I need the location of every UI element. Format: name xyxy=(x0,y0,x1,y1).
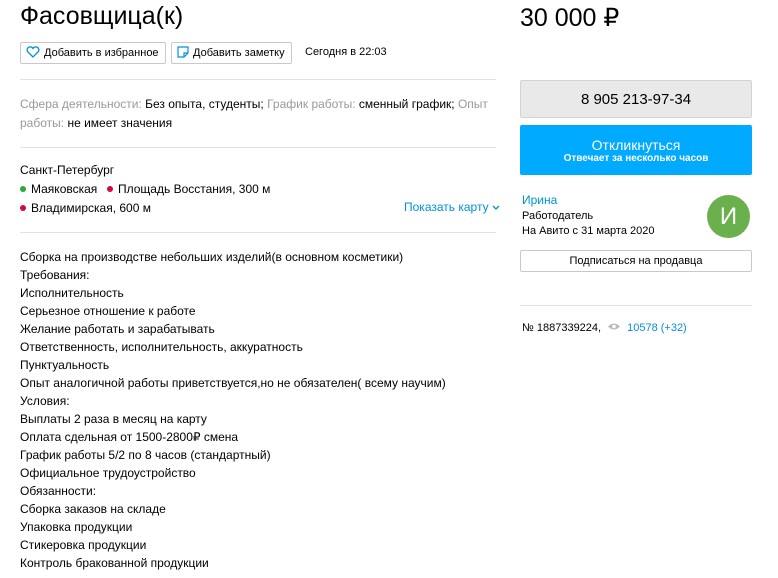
ad-meta: № 1887339224, 10578 (+32) xyxy=(522,322,687,334)
param-label: График работы: xyxy=(267,97,356,111)
add-to-favorites-label: Добавить в избранное xyxy=(44,47,159,59)
ad-title: Фасовщица(к) xyxy=(20,2,184,30)
show-map-link[interactable]: Показать карту xyxy=(404,200,500,214)
param-value: сменный график; xyxy=(358,97,455,111)
divider xyxy=(20,79,496,80)
description-line: Сборка заказов на складе xyxy=(20,502,166,516)
eye-icon xyxy=(607,322,621,334)
respond-label: Откликнуться xyxy=(591,136,681,153)
seller-role: Работодатель xyxy=(522,210,594,222)
posted-date: Сегодня в 22:03 xyxy=(305,46,387,58)
add-note-button[interactable]: Добавить заметку xyxy=(171,42,292,64)
metro-name: Площадь Восстания xyxy=(118,182,233,196)
metro-name: Владимирская xyxy=(31,201,113,215)
metro-station: Площадь Восстания, 300 м xyxy=(107,182,270,196)
param-value: не имеет значения xyxy=(67,116,173,130)
avatar[interactable]: И xyxy=(707,195,750,238)
description-line: Условия: xyxy=(20,394,70,408)
description-line: Ответственность, исполнительность, аккур… xyxy=(20,340,303,354)
add-note-label: Добавить заметку xyxy=(193,47,285,59)
seller-since: На Авито с 31 марта 2020 xyxy=(522,225,655,237)
metro-line-dot xyxy=(107,186,113,192)
description-line: График работы 5/2 по 8 часов (стандартны… xyxy=(20,448,271,462)
metro-station: Владимирская, 600 м xyxy=(20,201,151,215)
views-count: 10578 (+32) xyxy=(627,322,687,334)
ad-number: № 1887339224, xyxy=(522,322,602,334)
description-line: Обязанности: xyxy=(20,484,97,498)
metro-line-dot xyxy=(20,186,26,192)
respond-subtitle: Отвечает за несколько часов xyxy=(563,152,709,164)
seller-name-link[interactable]: Ирина xyxy=(522,193,557,207)
description-line: Пунктуальность xyxy=(20,358,110,372)
ad-params: Сфера деятельности: Без опыта, студенты;… xyxy=(20,95,500,133)
add-to-favorites-button[interactable]: Добавить в избранное xyxy=(20,42,166,64)
param-value: Без опыта, студенты; xyxy=(145,97,264,111)
description-line: Оплата сдельная от 1500-2800₽ смена xyxy=(20,430,239,444)
phone-button[interactable]: 8 905 213-97-34 xyxy=(520,80,752,118)
chevron-down-icon xyxy=(492,200,500,214)
respond-button[interactable]: Откликнуться Отвечает за несколько часов xyxy=(520,125,752,175)
heart-icon xyxy=(26,45,40,61)
description-line: Желание работать и зарабатывать xyxy=(20,322,215,336)
description-line: Стикеровка продукции xyxy=(20,538,147,552)
metro-name: Маяковская xyxy=(31,182,98,196)
description-line: Выплаты 2 раза в месяц на карту xyxy=(20,412,207,426)
description-line: Исполнительность xyxy=(20,286,124,300)
divider xyxy=(520,305,752,306)
description-line: Контроль бракованной продукции xyxy=(20,556,209,570)
ad-description: Сборка на производстве небольших изделий… xyxy=(20,248,446,572)
ad-price: 30 000 ₽ xyxy=(520,4,620,32)
show-map-label: Показать карту xyxy=(404,200,489,214)
city: Санкт-Петербург xyxy=(20,163,115,177)
description-line: Опыт аналогичной работы приветствуется,н… xyxy=(20,376,446,390)
metro-line-dot xyxy=(20,205,26,211)
divider xyxy=(20,147,496,148)
divider xyxy=(20,232,496,233)
metro-station: Маяковская xyxy=(20,182,97,196)
note-icon xyxy=(177,45,189,61)
description-line: Серьезное отношение к работе xyxy=(20,304,196,318)
subscribe-button[interactable]: Подписаться на продавца xyxy=(520,250,752,272)
description-line: Упаковка продукции xyxy=(20,520,133,534)
description-line: Сборка на производстве небольших изделий… xyxy=(20,250,404,264)
description-line: Требования: xyxy=(20,268,90,282)
metro-distance: , 600 м xyxy=(112,201,151,215)
param-label: Сфера деятельности: xyxy=(20,97,142,111)
metro-distance: , 300 м xyxy=(232,182,271,196)
description-line: Официальное трудоустройство xyxy=(20,466,196,480)
